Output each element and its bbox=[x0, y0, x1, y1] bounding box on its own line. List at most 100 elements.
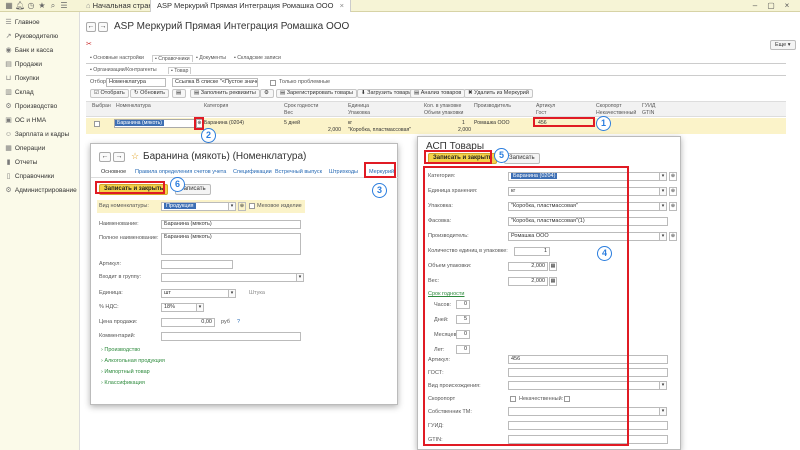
settings-icon-button[interactable]: ⚙ bbox=[260, 89, 274, 98]
sidebar-item-main[interactable]: ☰ Главное bbox=[4, 18, 80, 28]
price-label: Цена продажи: bbox=[99, 319, 138, 325]
button-label: Удалить из Меркурий bbox=[474, 90, 529, 96]
tab-catalogs[interactable]: ▪ Справочники bbox=[152, 55, 193, 62]
vid-open-button[interactable]: ⊕ bbox=[238, 202, 246, 211]
asp-category-open[interactable]: ⊕ bbox=[669, 172, 677, 181]
search-icon[interactable]: ⌕ bbox=[48, 1, 58, 11]
tab-counter-release[interactable]: Встречный выпуск bbox=[275, 169, 322, 175]
problems-only-checkbox[interactable] bbox=[270, 80, 276, 86]
filter-field-select[interactable]: Номенклатура bbox=[106, 78, 166, 87]
asp-category-dropdown[interactable]: ▾ bbox=[660, 172, 667, 181]
sidebar-item-assets[interactable]: ▣ ОС и НМА bbox=[4, 116, 80, 126]
col-perishable: Скоропорт bbox=[596, 103, 622, 109]
history-icon[interactable]: ◷ bbox=[26, 1, 36, 11]
sidebar-item-reports[interactable]: ▮ Отчеты bbox=[4, 158, 80, 168]
vid-dropdown[interactable]: ▾ bbox=[229, 202, 236, 211]
name-field[interactable]: Баранина (мякоть) bbox=[161, 220, 301, 229]
asp-package-open[interactable]: ⊕ bbox=[669, 202, 677, 211]
table-row[interactable]: Баранина (мякоть) ⊕ Баранина (0204) 5 дн… bbox=[86, 118, 786, 134]
asp-package-dropdown[interactable]: ▾ bbox=[660, 202, 667, 211]
assets-icon: ▣ bbox=[5, 117, 12, 124]
sidebar-item-label: Склад bbox=[14, 89, 34, 96]
tab-basic-settings[interactable]: ▪ Основные настройки bbox=[90, 55, 144, 61]
favorite-star-icon[interactable]: ☆ bbox=[131, 151, 139, 162]
sidebar-item-operations[interactable]: ▦ Операции bbox=[4, 144, 80, 154]
filter-label: Отбор bbox=[90, 79, 107, 85]
asp-storage-unit-dropdown[interactable]: ▾ bbox=[660, 187, 667, 196]
sidebar-item-purchases[interactable]: ⊔ Покупки bbox=[4, 74, 80, 84]
fur-checkbox[interactable] bbox=[249, 203, 255, 209]
sidebar-item-catalogs[interactable]: ▯ Справочники bbox=[4, 172, 80, 182]
asp-producer-open[interactable]: ⊕ bbox=[669, 232, 677, 241]
tab-documents[interactable]: ▪ Документы bbox=[196, 55, 226, 61]
tab-goods[interactable]: ▪ Товар bbox=[168, 67, 192, 74]
section-production[interactable]: › Производство bbox=[101, 347, 140, 353]
sidebar-item-warehouse[interactable]: ▥ Склад bbox=[4, 88, 80, 98]
fill-details-button[interactable]: ▤ Заполнить реквизиты bbox=[190, 89, 260, 98]
back-button[interactable]: ← bbox=[86, 22, 96, 32]
row-nomenclature-cell[interactable]: Баранина (мякоть) bbox=[114, 119, 196, 128]
window-close-button[interactable]: × bbox=[780, 0, 794, 12]
bell-icon[interactable]: 🔔︎ bbox=[15, 1, 25, 11]
analyze-goods-button[interactable]: ▤ Анализ товаров bbox=[410, 89, 466, 98]
tab-main[interactable]: Основное bbox=[101, 169, 126, 175]
group-dropdown[interactable]: ▾ bbox=[297, 273, 304, 282]
tab-specifications[interactable]: Спецификации bbox=[233, 169, 272, 175]
tab-account-rules[interactable]: Правила определения счетов учета bbox=[135, 169, 226, 175]
select-button[interactable]: ☑ Отобрать bbox=[90, 89, 129, 98]
asp-producer-dropdown[interactable]: ▾ bbox=[660, 232, 667, 241]
tab-active[interactable]: ASP Меркурий Прямая Интеграция Ромашка О… bbox=[150, 0, 351, 12]
comment-field[interactable] bbox=[161, 332, 301, 341]
maximize-button[interactable]: ▢ bbox=[764, 0, 778, 12]
tab-organizations[interactable]: ▪ Организации/Контрагенты bbox=[90, 67, 157, 73]
section-import[interactable]: › Импортный товар bbox=[101, 369, 150, 375]
forward-button[interactable]: → bbox=[98, 22, 108, 32]
more-button[interactable]: Еще ▾ bbox=[770, 40, 796, 50]
unit-field[interactable]: шт bbox=[161, 289, 229, 298]
section-classification[interactable]: › Классификация bbox=[101, 380, 145, 386]
sidebar-item-sales[interactable]: ▤ Продажи bbox=[4, 60, 80, 70]
article-field[interactable] bbox=[161, 260, 233, 269]
row-select-checkbox[interactable] bbox=[94, 121, 100, 127]
close-icon[interactable]: × bbox=[340, 1, 344, 10]
filter-value-field[interactable]: Ссылка В списке "<Пустое значение>..." bbox=[172, 78, 258, 87]
price-help-link[interactable]: ? bbox=[237, 319, 240, 325]
delete-mercury-button[interactable]: ✖ Удалить из Меркурий bbox=[464, 89, 533, 98]
price-field[interactable]: 0,00 bbox=[161, 318, 215, 327]
article-label: Артикул: bbox=[99, 261, 122, 267]
section-alcohol[interactable]: › Алкогольная продукция bbox=[101, 358, 165, 364]
tool-icon[interactable]: ✂ bbox=[86, 40, 92, 48]
sidebar-item-label: Продажи bbox=[14, 61, 42, 68]
menu-icon[interactable]: ☰ bbox=[59, 1, 69, 11]
full-name-field[interactable]: Баранина (мякоть) bbox=[161, 233, 301, 255]
vid-field[interactable]: Продукция bbox=[161, 202, 229, 211]
asp-origin-dropdown[interactable]: ▾ bbox=[660, 381, 667, 390]
reports-icon: ▮ bbox=[6, 159, 11, 166]
asp-tm-dropdown[interactable]: ▾ bbox=[660, 407, 667, 416]
unit-dropdown[interactable]: ▾ bbox=[229, 289, 236, 298]
vat-field[interactable]: 18% bbox=[161, 303, 197, 312]
asp-save-button[interactable]: Записать bbox=[504, 153, 540, 164]
sales-icon: ▤ bbox=[5, 61, 12, 68]
load-goods-button[interactable]: ⬇ Загрузить товары bbox=[357, 89, 417, 98]
minimize-button[interactable]: – bbox=[748, 0, 762, 12]
tab-barcodes[interactable]: Штрихкоды bbox=[329, 169, 358, 175]
tab-stock-records[interactable]: ▪ Складские записи bbox=[234, 55, 281, 61]
form-forward-button[interactable]: → bbox=[113, 152, 125, 162]
sidebar-item-bank[interactable]: ◉ Банк и касса bbox=[4, 46, 80, 56]
refresh-button[interactable]: ↻ Обновить bbox=[130, 89, 170, 98]
register-goods-button[interactable]: ▤ Зарегистрировать товары bbox=[276, 89, 357, 98]
sidebar-item-label: Руководителю bbox=[14, 33, 59, 40]
asp-storage-unit-open[interactable]: ⊕ bbox=[669, 187, 677, 196]
vat-dropdown[interactable]: ▾ bbox=[197, 303, 204, 312]
sidebar-item-admin[interactable]: ⚙ Администрирование bbox=[4, 186, 80, 196]
group-field[interactable] bbox=[161, 273, 297, 282]
list-icon-button[interactable]: ▤ bbox=[172, 89, 186, 98]
form-back-button[interactable]: ← bbox=[99, 152, 111, 162]
apps-grid-icon[interactable]: ▦ bbox=[4, 1, 14, 11]
sidebar-item-manager[interactable]: ↗ Руководителю bbox=[4, 32, 80, 42]
sidebar-item-salary[interactable]: ☺ Зарплата и кадры bbox=[4, 130, 80, 140]
sidebar-item-production[interactable]: ⚙ Производство bbox=[4, 102, 80, 112]
favorites-star-icon[interactable]: ★ bbox=[37, 1, 47, 11]
col-weight: Вес bbox=[284, 110, 293, 116]
